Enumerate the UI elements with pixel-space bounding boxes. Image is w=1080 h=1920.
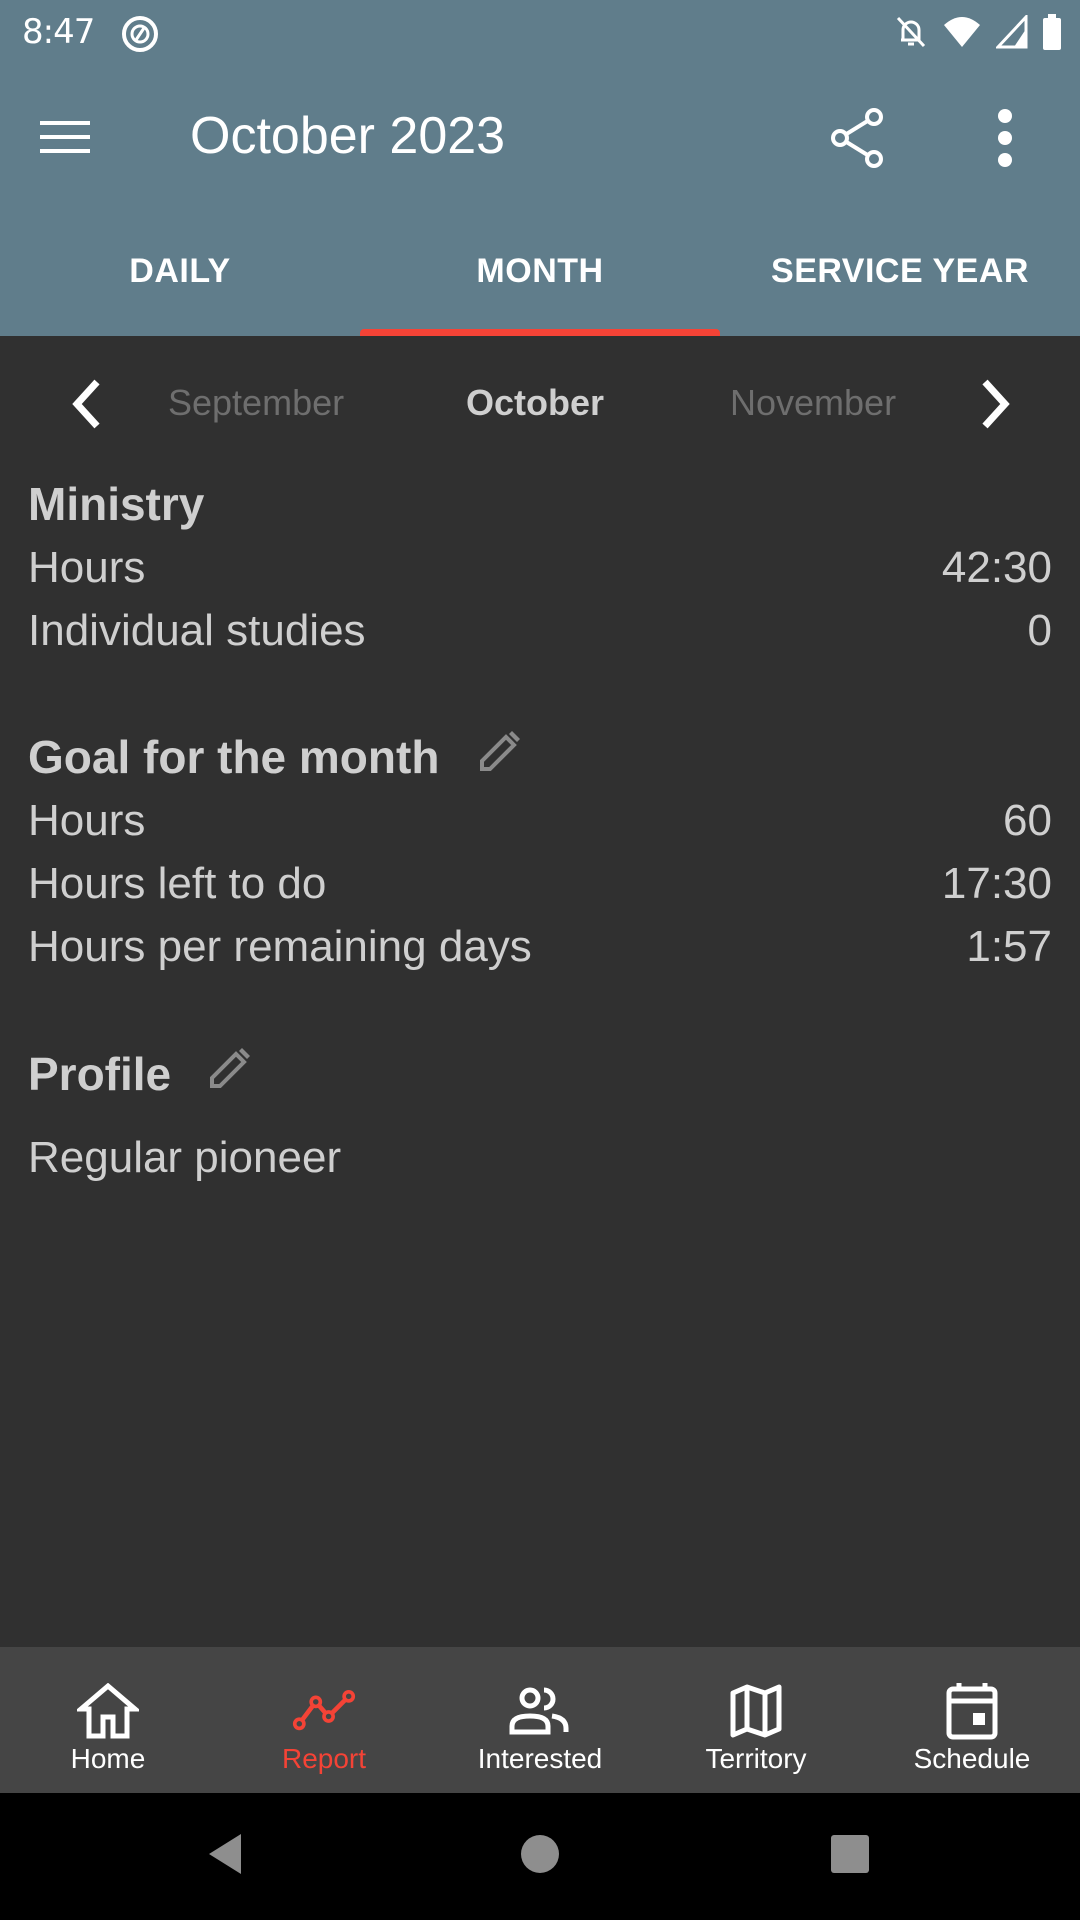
tab-daily[interactable]: DAILY — [0, 206, 360, 336]
nav-label: Schedule — [913, 1743, 1031, 1774]
row-value: 1:57 — [966, 921, 1052, 971]
next-month-label[interactable]: November — [730, 382, 896, 424]
wifi-icon — [942, 15, 982, 53]
menu-button[interactable] — [30, 104, 100, 174]
back-triangle-icon — [205, 1832, 245, 1880]
row-value: 0 — [1027, 605, 1052, 655]
hamburger-menu-icon — [40, 119, 90, 159]
more-options-button[interactable] — [970, 102, 1040, 178]
home-circle-icon — [520, 1834, 560, 1878]
recents-square-icon — [830, 1834, 870, 1878]
profile-value: Regular pioneer — [28, 1132, 342, 1182]
section-heading: Goal for the month — [28, 731, 440, 783]
previous-month-button[interactable] — [56, 374, 116, 438]
bottom-navigation: Home Report Interested Territory Schedul… — [0, 1647, 1080, 1793]
next-month-button[interactable] — [966, 374, 1026, 438]
nav-home[interactable]: Home — [0, 1647, 216, 1793]
nav-interested[interactable]: Interested — [432, 1647, 648, 1793]
ministry-title: Ministry — [28, 472, 1052, 536]
people-icon — [508, 1681, 572, 1741]
status-bar: 8:47 — [0, 0, 1080, 72]
row-value: 42:30 — [941, 542, 1052, 592]
notifications-off-icon — [894, 14, 928, 54]
report-tabs: DAILY MONTH SERVICE YEAR — [0, 206, 1080, 336]
previous-month-label[interactable]: September — [168, 382, 344, 424]
active-tab-indicator — [360, 329, 720, 336]
system-recents-button[interactable] — [825, 1831, 875, 1881]
nav-schedule[interactable]: Schedule — [864, 1647, 1080, 1793]
calendar-icon — [940, 1681, 1004, 1741]
goal-hours-per-day-row: Hours per remaining days 1:57 — [28, 915, 1052, 978]
share-icon — [828, 107, 888, 173]
goal-hours-row: Hours 60 — [28, 789, 1052, 852]
system-navigation-bar — [0, 1793, 1080, 1920]
page-title: October 2023 — [190, 107, 506, 165]
edit-profile-button[interactable] — [205, 1047, 253, 1098]
app-toolbar: October 2023 — [0, 72, 1080, 206]
tab-month[interactable]: MONTH — [360, 206, 720, 336]
row-label: Individual studies — [28, 605, 366, 655]
app-notification-icon — [120, 14, 160, 54]
row-label: Hours — [28, 795, 146, 845]
nav-label: Home — [70, 1743, 146, 1774]
profile-value-row: Regular pioneer — [28, 1126, 1052, 1189]
row-value: 17:30 — [941, 858, 1052, 908]
edit-goal-button[interactable] — [475, 730, 523, 781]
row-label: Hours — [28, 542, 146, 592]
month-navigator: September October November — [0, 370, 1080, 442]
row-value: 60 — [1003, 795, 1052, 845]
tab-label: MONTH — [476, 251, 604, 290]
nav-label: Interested — [477, 1743, 603, 1774]
ministry-studies-row: Individual studies 0 — [28, 599, 1052, 662]
battery-icon — [1042, 14, 1062, 54]
tab-label: SERVICE YEAR — [771, 251, 1029, 290]
system-home-button[interactable] — [515, 1831, 565, 1881]
tab-label: DAILY — [129, 251, 231, 290]
ministry-hours-row: Hours 42:30 — [28, 536, 1052, 599]
current-month-label: October — [466, 382, 605, 423]
section-heading: Ministry — [28, 478, 205, 530]
nav-report[interactable]: Report — [216, 1647, 432, 1793]
profile-title: Profile — [28, 1042, 1052, 1106]
chevron-left-icon — [69, 378, 103, 434]
goal-section: Goal for the month Hours 60 Hours left t… — [28, 725, 1052, 978]
section-heading: Profile — [28, 1048, 172, 1100]
nav-label: Report — [281, 1743, 367, 1774]
goal-title: Goal for the month — [28, 725, 1052, 789]
profile-section: Profile Regular pioneer — [28, 1042, 1052, 1189]
pencil-icon — [206, 1046, 252, 1103]
signal-icon — [994, 13, 1028, 53]
home-icon — [76, 1681, 140, 1741]
nav-territory[interactable]: Territory — [648, 1647, 864, 1793]
report-chart-icon — [292, 1681, 356, 1741]
pencil-icon — [476, 729, 522, 786]
row-label: Hours per remaining days — [28, 921, 532, 971]
more-vert-icon — [997, 108, 1013, 172]
tab-service-year[interactable]: SERVICE YEAR — [720, 206, 1080, 336]
goal-hours-left-row: Hours left to do 17:30 — [28, 852, 1052, 915]
row-label: Hours left to do — [28, 858, 327, 908]
chevron-right-icon — [979, 378, 1013, 434]
status-time: 8:47 — [22, 12, 95, 52]
ministry-section: Ministry Hours 42:30 Individual studies … — [28, 472, 1052, 662]
system-back-button[interactable] — [200, 1831, 250, 1881]
map-icon — [724, 1681, 788, 1741]
share-button[interactable] — [820, 102, 896, 178]
nav-label: Territory — [705, 1743, 807, 1774]
